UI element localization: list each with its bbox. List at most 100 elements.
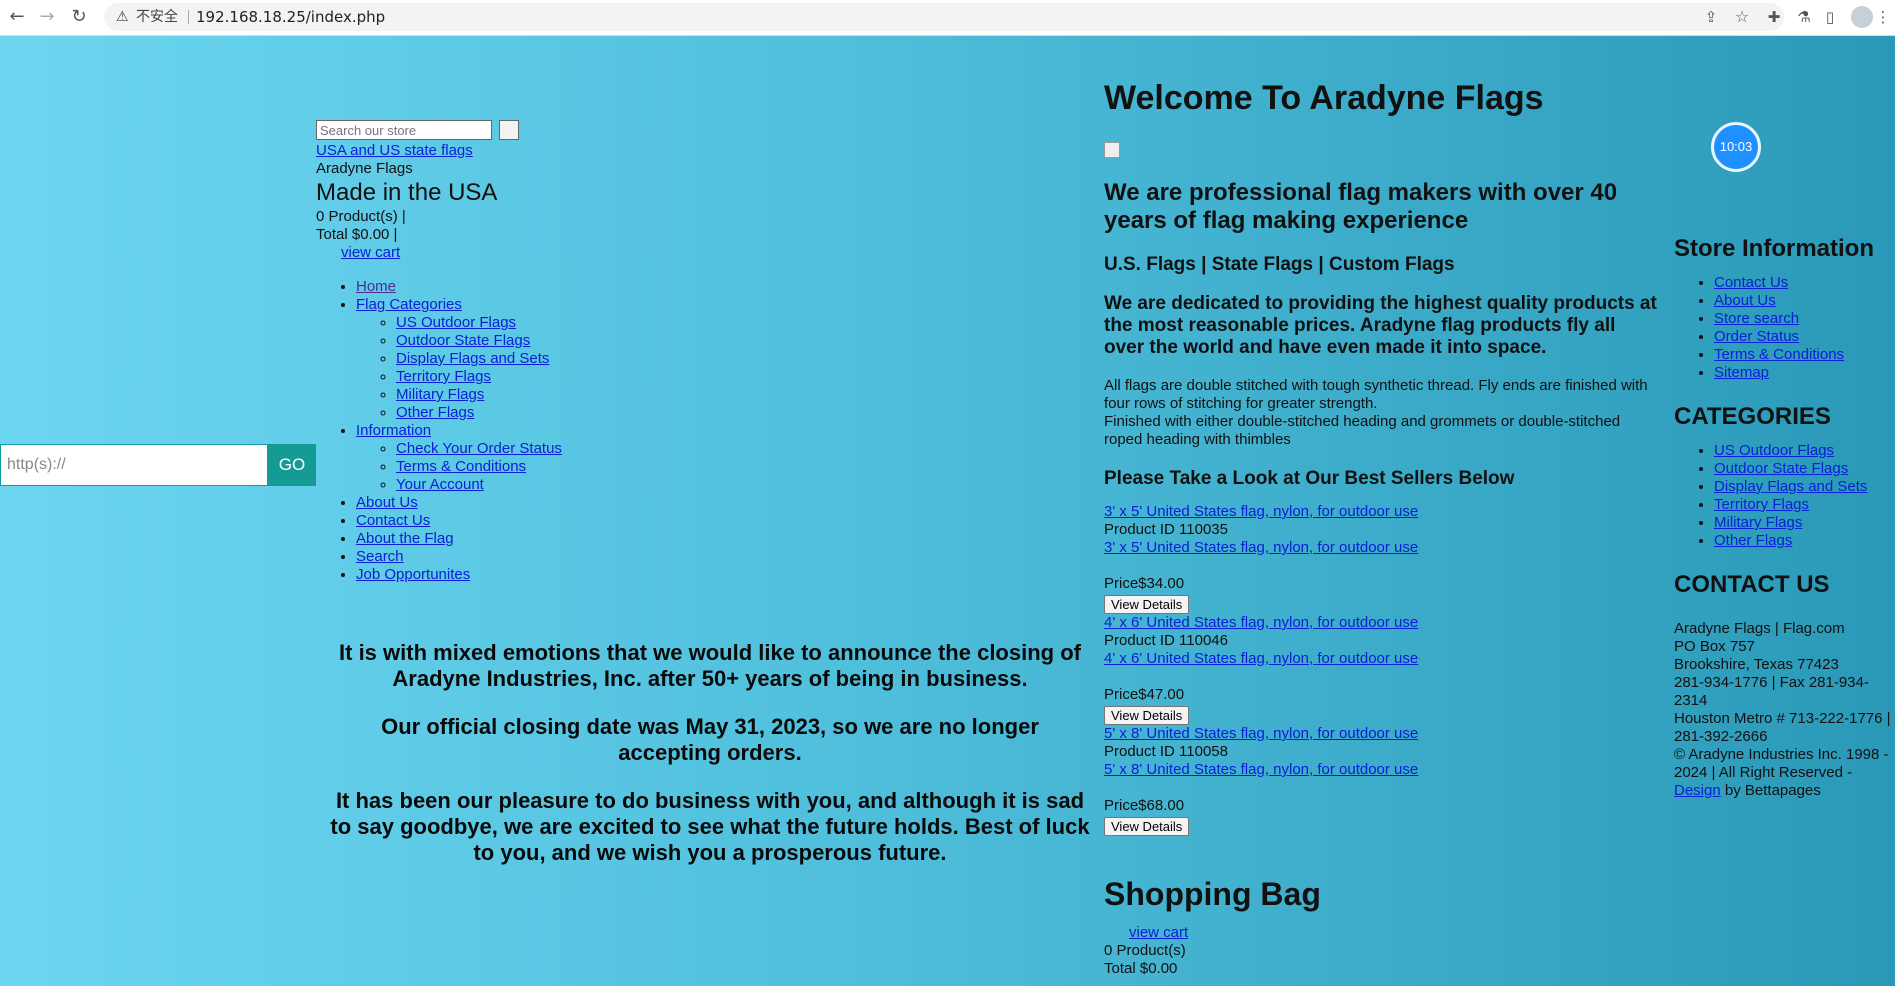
menu-info-item[interactable]: Your Account	[396, 476, 484, 493]
intro-heading: We are professional flag makers with ove…	[1104, 179, 1618, 234]
menu-home[interactable]: Home	[356, 278, 396, 295]
notice-paragraph: Our official closing date was May 31, 20…	[381, 714, 1039, 765]
categories-title: CATEGORIES	[1674, 403, 1831, 430]
product-title-link[interactable]: 3' x 5' United States flag, nylon, for o…	[1104, 503, 1418, 520]
reload-icon[interactable]: ↻	[68, 6, 90, 28]
extensions-icon[interactable]: ✚	[1763, 6, 1785, 28]
store-info-links: Contact Us About Us Store search Order S…	[1674, 274, 1895, 382]
notice-paragraph: It has been our pleasure to do business …	[330, 788, 1090, 865]
left-column: USA and US state flags Aradyne Flags Mad…	[316, 120, 1076, 584]
product-title-link[interactable]: 4' x 6' United States flag, nylon, for o…	[1104, 614, 1418, 631]
category-link[interactable]: Military Flags	[1714, 514, 1802, 531]
view-details-button[interactable]: View Details	[1104, 706, 1190, 725]
url-input[interactable]: http(s)://	[0, 444, 268, 486]
menu-jobs[interactable]: Job Opportunites	[356, 566, 470, 583]
product-item: 3' x 5' United States flag, nylon, for o…	[1104, 503, 1659, 614]
product-image-link[interactable]: 4' x 6' United States flag, nylon, for o…	[1104, 650, 1418, 667]
bookmark-star-icon[interactable]: ☆	[1731, 6, 1753, 28]
store-info-link[interactable]: Order Status	[1714, 328, 1799, 345]
made-in-usa: Made in the USA	[316, 179, 498, 206]
address-separator	[188, 10, 189, 24]
product-list: 3' x 5' United States flag, nylon, for o…	[1104, 503, 1659, 836]
flag-types: U.S. Flags | State Flags | Custom Flags	[1104, 254, 1455, 275]
go-button[interactable]: GO	[268, 444, 316, 486]
dedication-text: We are dedicated to providing the highes…	[1104, 293, 1657, 358]
clock-widget: 10:03	[1711, 122, 1761, 172]
store-info-title: Store Information	[1674, 235, 1875, 262]
contact-line: 281-934-1776 | Fax 281-934-2314	[1674, 674, 1869, 709]
contact-line: Aradyne Flags | Flag.com	[1674, 620, 1845, 637]
store-search-input[interactable]	[316, 120, 492, 140]
menu-about-flag[interactable]: About the Flag	[356, 530, 454, 547]
cart-products-count: 0 Product(s) |	[316, 208, 406, 225]
menu-flag-categories[interactable]: Flag Categories	[356, 296, 462, 313]
categories-links: US Outdoor Flags Outdoor State Flags Dis…	[1674, 442, 1895, 550]
category-link[interactable]: Outdoor State Flags	[1714, 460, 1848, 477]
menu-info-item[interactable]: Check Your Order Status	[396, 440, 562, 457]
desc-line: Finished with either double-stitched hea…	[1104, 413, 1621, 448]
right-sidebar: Store Information Contact Us About Us St…	[1674, 234, 1895, 800]
product-price: Price$68.00	[1104, 797, 1185, 814]
menu-search[interactable]: Search	[356, 548, 404, 565]
product-id: Product ID 110046	[1104, 632, 1228, 649]
design-link[interactable]: Design	[1674, 782, 1721, 799]
warning-icon: ⚠	[116, 9, 129, 25]
product-id: Product ID 110035	[1104, 521, 1228, 538]
store-search-button[interactable]	[499, 120, 520, 140]
main-content: Welcome To Aradyne Flags We are professi…	[1104, 76, 1659, 978]
menu-category-item[interactable]: Outdoor State Flags	[396, 332, 530, 349]
store-info-link[interactable]: Store search	[1714, 310, 1799, 327]
contact-title: CONTACT US	[1674, 571, 1830, 598]
store-info-link[interactable]: Sitemap	[1714, 364, 1769, 381]
store-search	[316, 120, 1076, 142]
stitching-description: All flags are double stitched with tough…	[1104, 377, 1659, 449]
side-panel-icon[interactable]: ▯	[1819, 6, 1841, 28]
contact-info: Aradyne Flags | Flag.com PO Box 757 Broo…	[1674, 620, 1895, 800]
page-title: Welcome To Aradyne Flags	[1104, 79, 1544, 117]
product-image-link[interactable]: 3' x 5' United States flag, nylon, for o…	[1104, 539, 1418, 556]
contact-line: Brookshire, Texas 77423	[1674, 656, 1839, 673]
profile-avatar[interactable]	[1851, 6, 1873, 28]
designer-credit: by Bettapages	[1720, 782, 1821, 799]
menu-information[interactable]: Information	[356, 422, 431, 439]
view-details-button[interactable]: View Details	[1104, 595, 1190, 614]
view-cart-link[interactable]: view cart	[341, 244, 400, 261]
product-item: 5' x 8' United States flag, nylon, for o…	[1104, 725, 1659, 836]
logo-link[interactable]: USA and US state flags	[316, 142, 473, 159]
menu-category-item[interactable]: Display Flags and Sets	[396, 350, 549, 367]
view-details-button[interactable]: View Details	[1104, 817, 1190, 836]
shopping-bag-title: Shopping Bag	[1104, 876, 1321, 912]
address-bar[interactable]: ⚠ 不安全 192.168.18.25/index.php	[104, 3, 1784, 31]
store-info-link[interactable]: Terms & Conditions	[1714, 346, 1844, 363]
category-link[interactable]: Display Flags and Sets	[1714, 478, 1867, 495]
closing-notice: It is with mixed emotions that we would …	[330, 640, 1090, 888]
store-info-link[interactable]: Contact Us	[1714, 274, 1788, 291]
broken-image-icon	[1104, 142, 1120, 158]
brand-name: Aradyne Flags	[316, 160, 413, 177]
url-text[interactable]: 192.168.18.25/index.php	[196, 3, 385, 31]
main-menu: Home Flag Categories US Outdoor Flags Ou…	[316, 278, 1076, 584]
menu-contact-us[interactable]: Contact Us	[356, 512, 430, 529]
desc-line: All flags are double stitched with tough…	[1104, 377, 1648, 412]
contact-line: Houston Metro # 713-222-1776 | 281-392-2…	[1674, 710, 1891, 745]
category-link[interactable]: Territory Flags	[1714, 496, 1809, 513]
back-arrow-icon[interactable]: ←	[6, 6, 28, 28]
menu-about-us[interactable]: About Us	[356, 494, 418, 511]
menu-category-item[interactable]: US Outdoor Flags	[396, 314, 516, 331]
menu-category-item[interactable]: Military Flags	[396, 386, 484, 403]
bag-view-cart-link[interactable]: view cart	[1129, 924, 1188, 941]
browser-toolbar: ← → ↻ ⚠ 不安全 192.168.18.25/index.php ⇪ ☆ …	[0, 0, 1895, 36]
product-id: Product ID 110058	[1104, 743, 1228, 760]
product-image-link[interactable]: 5' x 8' United States flag, nylon, for o…	[1104, 761, 1418, 778]
menu-category-item[interactable]: Other Flags	[396, 404, 474, 421]
lab-flask-icon[interactable]: ⚗	[1793, 6, 1815, 28]
menu-info-item[interactable]: Terms & Conditions	[396, 458, 526, 475]
menu-category-item[interactable]: Territory Flags	[396, 368, 491, 385]
menu-kebab-icon[interactable]: ⋮	[1872, 6, 1894, 28]
product-title-link[interactable]: 5' x 8' United States flag, nylon, for o…	[1104, 725, 1418, 742]
category-link[interactable]: US Outdoor Flags	[1714, 442, 1834, 459]
forward-arrow-icon[interactable]: →	[36, 6, 58, 28]
store-info-link[interactable]: About Us	[1714, 292, 1776, 309]
category-link[interactable]: Other Flags	[1714, 532, 1792, 549]
share-icon[interactable]: ⇪	[1700, 6, 1722, 28]
